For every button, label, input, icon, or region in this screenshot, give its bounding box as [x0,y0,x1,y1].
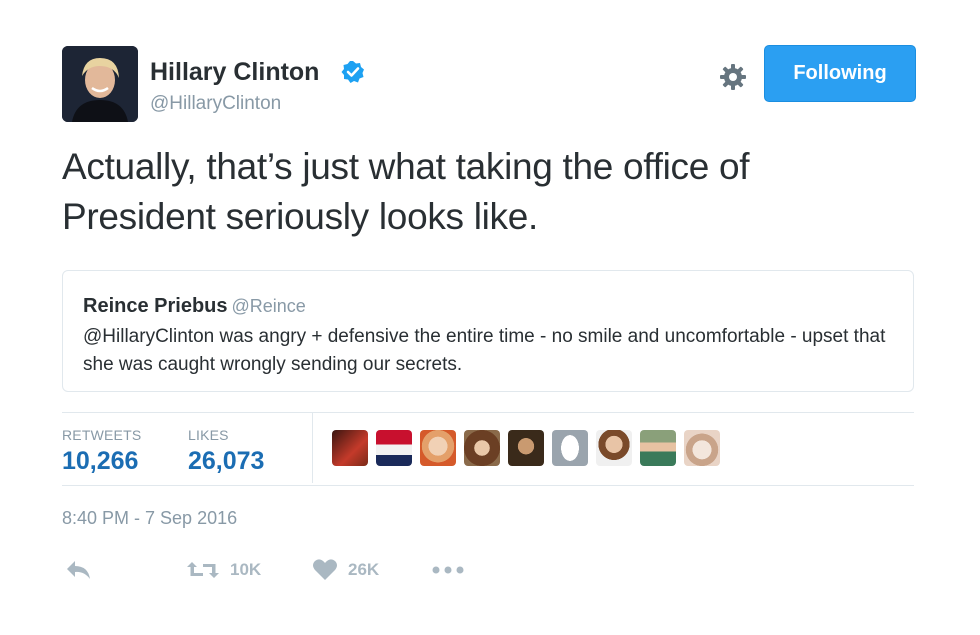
liker-avatar[interactable] [376,430,412,466]
liker-avatar[interactable] [552,430,588,466]
heart-icon [313,559,337,580]
more-icon [432,566,464,574]
liker-avatar[interactable] [684,430,720,466]
liker-avatar[interactable] [332,430,368,466]
more-button[interactable] [432,555,464,585]
following-button[interactable]: Following [764,45,916,102]
liker-avatar[interactable] [508,430,544,466]
retweets-label: RETWEETS [62,427,142,443]
retweet-icon [187,562,219,578]
author-avatar[interactable] [62,46,138,122]
quoted-author-handle: @Reince [231,296,306,316]
liker-avatar[interactable] [420,430,456,466]
quoted-tweet-header: Reince Priebus @Reince [83,295,306,318]
divider [62,485,914,486]
quoted-tweet-text: @HillaryClinton was angry + defensive th… [83,326,886,375]
quoted-author-name: Reince Priebus [83,295,228,317]
retweets-count[interactable]: 10,266 [62,447,138,476]
liker-avatar[interactable] [640,430,676,466]
likes-label: LIKES [188,427,229,443]
liker-avatar[interactable] [596,430,632,466]
like-count: 26K [348,560,380,579]
like-button[interactable]: 26K [312,555,379,585]
tweet-card: Hillary Clinton @HillaryClinton Followin… [0,0,980,635]
verified-badge-icon [341,61,364,83]
liker-avatar[interactable] [464,430,500,466]
tweet-text: Actually, that’s just what taking the of… [62,146,750,237]
quoted-tweet[interactable]: Reince Priebus @Reince @HillaryClinton wa… [62,270,914,392]
reply-icon [67,561,90,579]
gear-icon[interactable] [718,62,748,92]
divider [62,412,914,413]
likes-count[interactable]: 26,073 [188,447,264,476]
author-name[interactable]: Hillary Clinton [150,58,319,87]
reply-button[interactable] [64,555,94,585]
author-handle[interactable]: @HillaryClinton [150,93,281,115]
retweet-button[interactable]: 10K [186,555,261,585]
retweet-count: 10K [230,560,262,579]
tweet-timestamp[interactable]: 8:40 PM - 7 Sep 2016 [62,508,237,529]
stats-divider [312,413,313,483]
liker-avatars [332,430,720,466]
